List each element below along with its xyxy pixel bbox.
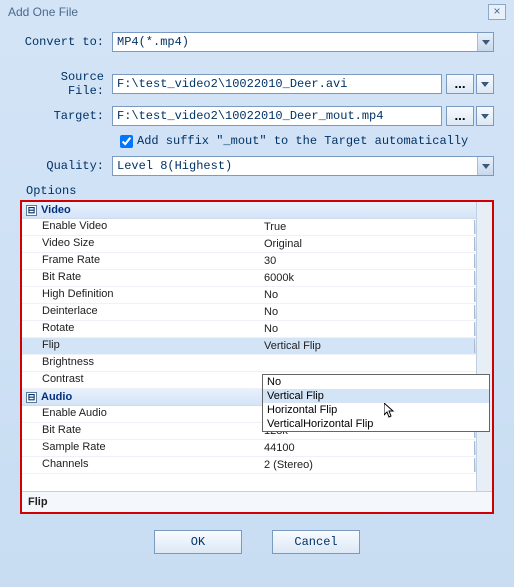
titlebar: Add One File × <box>0 0 514 24</box>
convert-to-label: Convert to: <box>20 35 112 49</box>
cancel-button[interactable]: Cancel <box>272 530 360 554</box>
collapse-icon[interactable]: ⊟ <box>26 205 37 216</box>
prop-row-deinterlace[interactable]: DeinterlaceNo <box>22 304 492 321</box>
target-browse-button[interactable]: ... <box>446 106 474 126</box>
close-button[interactable]: × <box>488 4 506 20</box>
quality-label: Quality: <box>20 159 112 173</box>
prop-row-video-size[interactable]: Video SizeOriginal <box>22 236 492 253</box>
prop-row-rotate[interactable]: RotateNo <box>22 321 492 338</box>
prop-row-channels[interactable]: Channels2 (Stereo) <box>22 457 492 474</box>
prop-row-frame-rate[interactable]: Frame Rate30 <box>22 253 492 270</box>
chevron-down-icon[interactable] <box>477 157 493 175</box>
flip-dropdown-list[interactable]: No Vertical Flip Horizontal Flip Vertica… <box>262 374 490 432</box>
property-grid: ⊟ Video Enable VideoTrue Video SizeOrigi… <box>20 200 494 514</box>
ok-button[interactable]: OK <box>154 530 242 554</box>
flip-option-no[interactable]: No <box>263 375 489 389</box>
video-group-header[interactable]: ⊟ Video <box>22 202 492 219</box>
window-title: Add One File <box>8 5 78 19</box>
source-browse-button[interactable]: ... <box>446 74 474 94</box>
quality-select[interactable]: Level 8(Highest) <box>112 156 494 176</box>
prop-row-brightness[interactable]: Brightness <box>22 355 492 372</box>
prop-row-video-bitrate[interactable]: Bit Rate6000k <box>22 270 492 287</box>
flip-option-vertical[interactable]: Vertical Flip <box>263 389 489 403</box>
prop-row-enable-video[interactable]: Enable VideoTrue <box>22 219 492 236</box>
quality-value: Level 8(Highest) <box>117 159 232 173</box>
target-input[interactable] <box>112 106 442 126</box>
convert-to-value: MP4(*.mp4) <box>117 35 189 49</box>
suffix-checkbox[interactable] <box>120 135 133 148</box>
target-label: Target: <box>20 109 112 123</box>
property-description: Flip <box>22 491 492 512</box>
suffix-label: Add suffix "_mout" to the Target automat… <box>137 134 468 148</box>
options-label: Options <box>26 184 494 198</box>
prop-row-flip[interactable]: FlipVertical Flip <box>22 338 492 355</box>
prop-row-high-def[interactable]: High DefinitionNo <box>22 287 492 304</box>
source-file-input[interactable] <box>112 74 442 94</box>
target-dropdown-button[interactable] <box>476 106 494 126</box>
chevron-down-icon[interactable] <box>477 33 493 51</box>
flip-option-both[interactable]: VerticalHorizontal Flip <box>263 417 489 431</box>
collapse-icon[interactable]: ⊟ <box>26 392 37 403</box>
source-file-label: Source File: <box>20 70 112 98</box>
source-dropdown-button[interactable] <box>476 74 494 94</box>
scrollbar[interactable] <box>476 202 492 491</box>
convert-to-select[interactable]: MP4(*.mp4) <box>112 32 494 52</box>
flip-option-horizontal[interactable]: Horizontal Flip <box>263 403 489 417</box>
prop-row-sample-rate[interactable]: Sample Rate44100 <box>22 440 492 457</box>
